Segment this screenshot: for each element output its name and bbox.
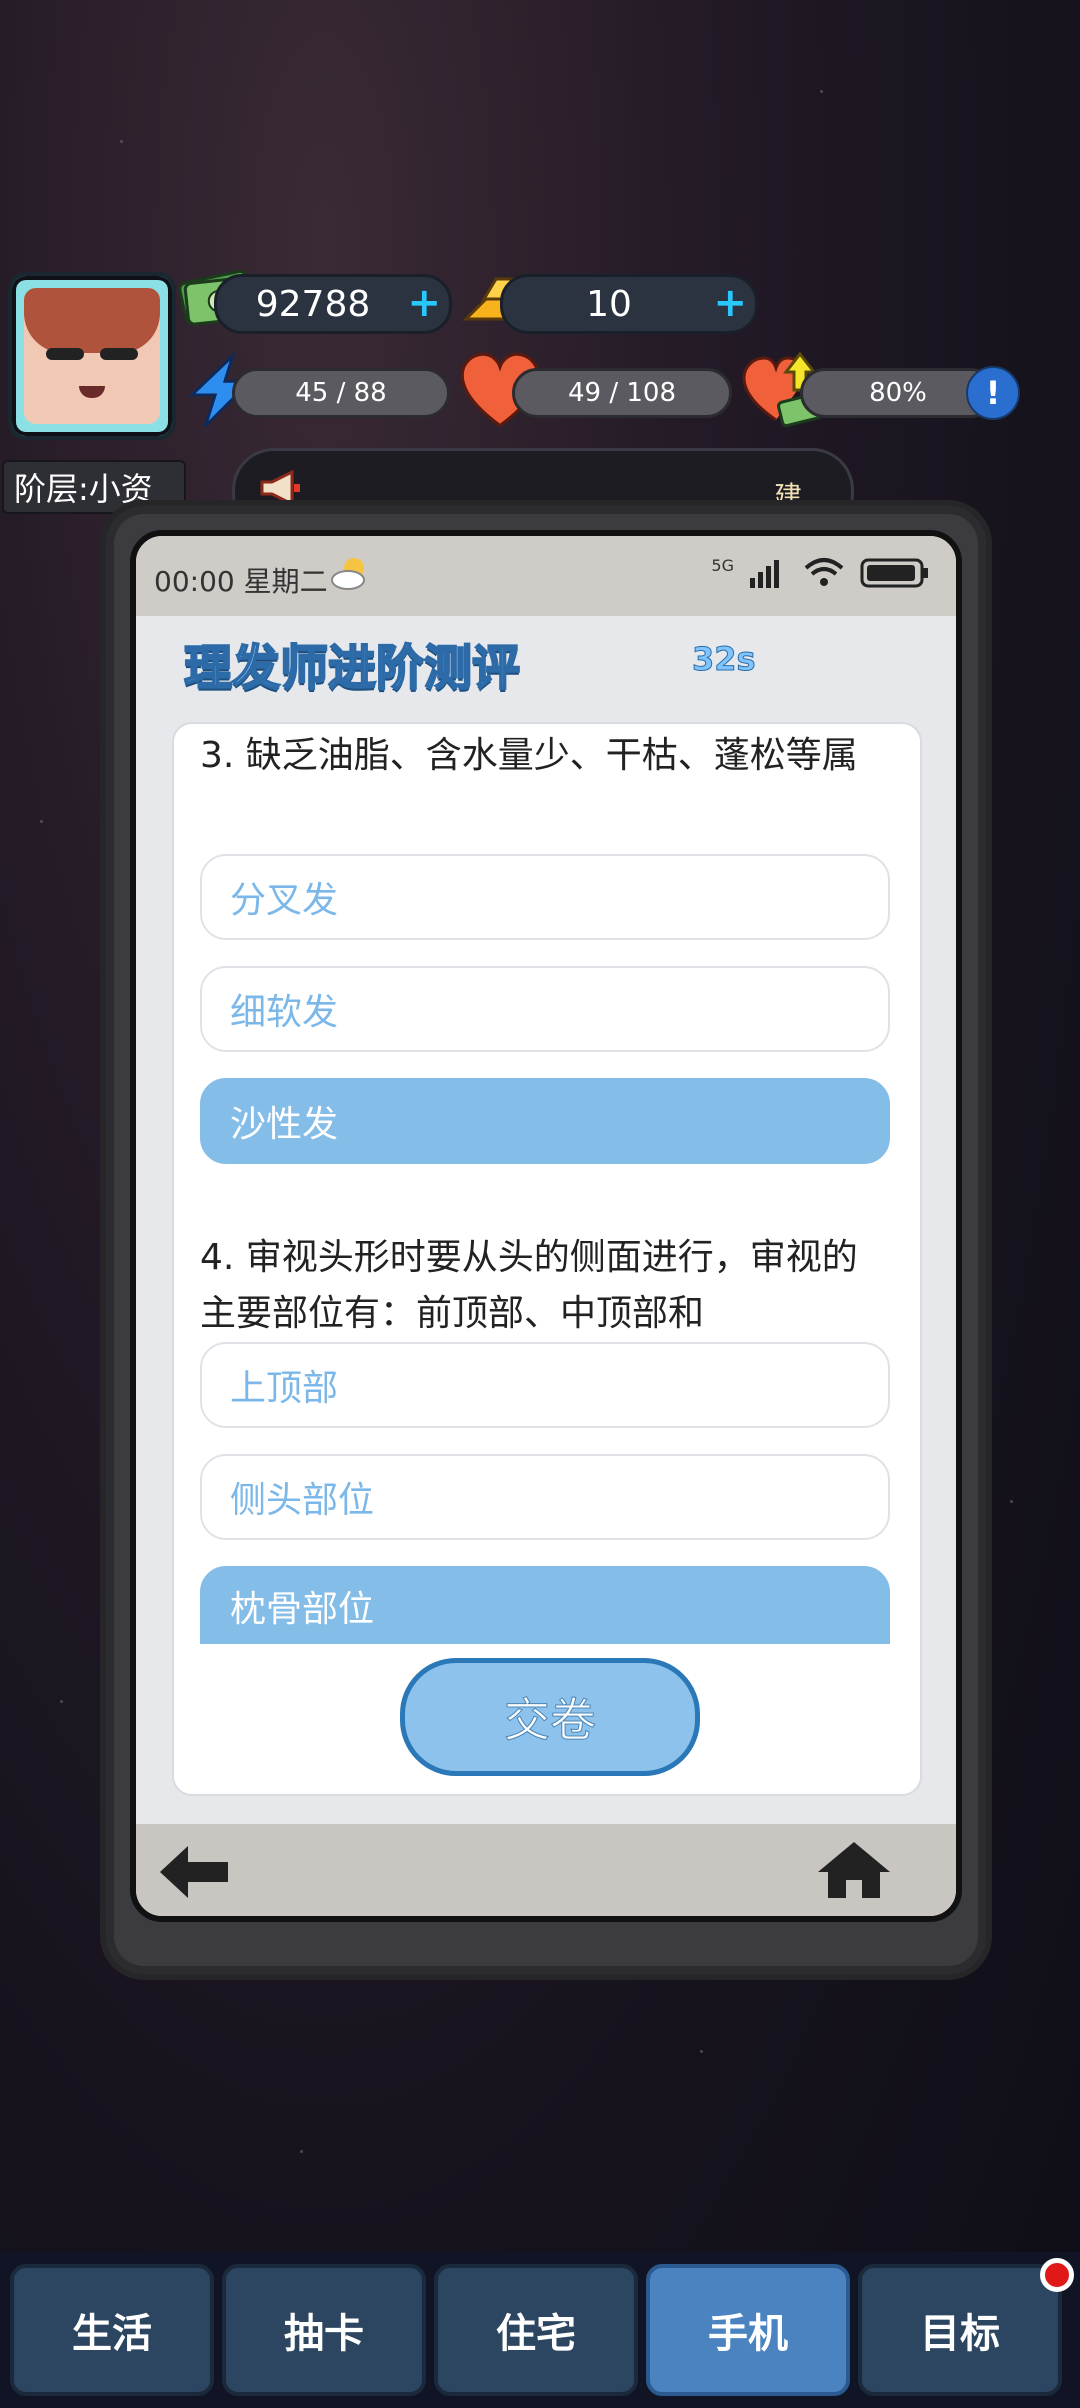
signal-icon [750, 560, 779, 588]
answer-option-selected[interactable]: 枕骨部位 [200, 1566, 890, 1646]
exam-title: 理发师进阶测评 [183, 639, 521, 697]
add-gold-button[interactable]: + [713, 283, 747, 323]
answer-option[interactable]: 侧头部位 [200, 1454, 890, 1540]
gold-counter: 10 + [500, 274, 758, 334]
phone-screen: 00:00 星期二 5G 理发师进阶测评 32s 3. 缺乏油脂、含水量少、干枯… [130, 530, 962, 1922]
home-icon[interactable] [814, 1838, 894, 1902]
energy-bar: 45 / 88 [232, 368, 450, 418]
status-time: 00:00 星期二 [154, 565, 328, 598]
health-value: 49 / 108 [568, 378, 676, 408]
weather-icon [331, 558, 365, 590]
bottom-tab-bar: 生活 抽卡 住宅 手机 目标 [0, 2252, 1080, 2408]
answer-option[interactable]: 分叉发 [200, 854, 890, 940]
status-bar: 00:00 星期二 5G [136, 536, 956, 616]
notification-dot [1040, 2258, 1074, 2292]
answer-option[interactable]: 上顶部 [200, 1342, 890, 1428]
tab-draw-card[interactable]: 抽卡 [222, 2264, 426, 2396]
health-bar: 49 / 108 [512, 368, 732, 418]
cash-value: 92788 [255, 283, 371, 325]
submit-exam-button[interactable]: 交卷 [400, 1658, 700, 1776]
happiness-value: 80% [869, 378, 927, 408]
question-card: 3. 缺乏油脂、含水量少、干枯、蓬松等属 分叉发 细软发 沙性发 4. 审视头形… [172, 722, 922, 1796]
countdown-timer: 32s [692, 640, 757, 679]
phone-nav-bar [136, 1824, 956, 1916]
info-button[interactable]: ! [966, 366, 1020, 420]
tab-life[interactable]: 生活 [10, 2264, 214, 2396]
back-arrow-icon[interactable] [156, 1842, 232, 1902]
answer-option[interactable]: 细软发 [200, 966, 890, 1052]
battery-icon [860, 558, 928, 588]
wifi-icon [804, 558, 844, 586]
energy-value: 45 / 88 [295, 378, 387, 408]
cash-counter: 92788 + [214, 274, 452, 334]
tab-goals[interactable]: 目标 [858, 2264, 1062, 2396]
tab-phone[interactable]: 手机 [646, 2264, 850, 2396]
tab-residence[interactable]: 住宅 [434, 2264, 638, 2396]
player-avatar[interactable] [8, 272, 176, 440]
answer-option-selected[interactable]: 沙性发 [200, 1078, 890, 1164]
avatar-face [24, 288, 160, 424]
question-text: 4. 审视头形时要从头的侧面进行，审视的主要部位有：前顶部、中顶部和 [200, 1237, 858, 1334]
gold-value: 10 [586, 283, 632, 325]
question-text: 3. 缺乏油脂、含水量少、干枯、蓬松等属 [200, 735, 858, 776]
add-cash-button[interactable]: + [407, 283, 441, 323]
network-label: 5G [711, 556, 734, 575]
